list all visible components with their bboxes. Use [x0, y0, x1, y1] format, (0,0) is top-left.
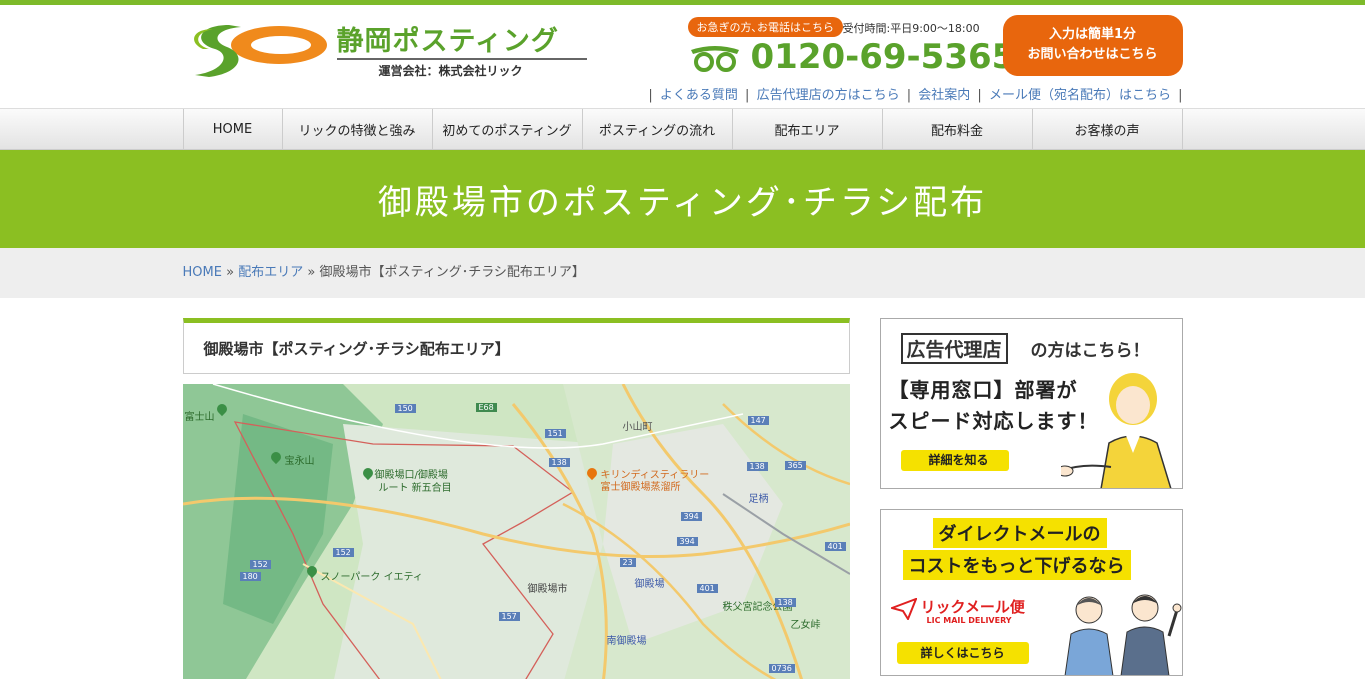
- route-shield: 180: [239, 572, 261, 581]
- breadcrumb-area[interactable]: 配布エリア: [238, 265, 303, 280]
- map-label-kirin-2: 富士御殿場蒸溜所: [600, 482, 681, 493]
- section-title: 御殿場市【ポスティング･チラシ配布エリア】: [203, 339, 510, 358]
- business-people-icon: [1064, 594, 1181, 675]
- route-shield: 138: [548, 458, 570, 467]
- mail-delivery-banner[interactable]: ダイレクトメールの コストをもっと下げるなら リックメール便 LIC MAIL …: [879, 509, 1183, 676]
- main-area: 御殿場市【ポスティング･チラシ配布エリア】 富士山 宝永山 御殿場口/御殿場 ル…: [182, 318, 1183, 679]
- agency-headline-rest: の方はこちら！: [1030, 341, 1150, 361]
- route-shield: 0736: [768, 664, 795, 673]
- map-label-gotemba-city: 御殿場市: [527, 584, 568, 595]
- route-shield: 138: [746, 462, 768, 471]
- logo-divider: [336, 58, 587, 60]
- site-logo[interactable]: 静岡ポスティング 運営会社：株式会社リック: [189, 19, 589, 79]
- page-title: 御殿場市のポスティング･チラシ配布: [377, 182, 988, 223]
- route-shield: 147: [747, 416, 769, 425]
- map-label-gotemba-station: 御殿場: [634, 579, 665, 590]
- route-shield: 150: [394, 404, 416, 413]
- businesswoman-icon: [1060, 373, 1171, 488]
- route-shield: E68: [475, 403, 497, 412]
- route-shield: 23: [619, 558, 636, 567]
- map-label-oyama: 小山町: [622, 422, 653, 433]
- route-shield: 152: [249, 560, 271, 569]
- tel-badge: お急ぎの方､お電話はこちら: [687, 17, 843, 37]
- header-sublinks: | よくある質問 | 広告代理店の方はこちら | 会社案内 | メール便（宛名配…: [648, 88, 1183, 103]
- sublink-mail-service[interactable]: メール便（宛名配布）はこちら: [989, 88, 1171, 103]
- agency-banner[interactable]: 広告代理店 の方はこちら！ 【専用窓口】部署が スピード対応します！ 詳細を知る: [879, 318, 1183, 489]
- mail-line2-box: コストをもっと下げるなら: [902, 550, 1131, 580]
- nav-testimonials[interactable]: お客様の声: [1033, 109, 1183, 149]
- sidebar: 広告代理店 の方はこちら！ 【専用窓口】部署が スピード対応します！ 詳細を知る…: [879, 318, 1183, 676]
- route-shield: 138: [774, 598, 796, 607]
- route-shield: 157: [498, 612, 520, 621]
- map-label-minami-gotemba: 南御殿場: [606, 636, 647, 647]
- nav-delivery-area[interactable]: 配布エリア: [733, 109, 883, 149]
- agency-line1: 【専用窓口】部署が: [888, 378, 1078, 402]
- tel-hours: 受付時間:平日9:00〜18:00: [842, 22, 980, 35]
- map-label-ashigara: 足柄: [748, 494, 769, 505]
- logo-title: 静岡ポスティング: [336, 26, 559, 57]
- map-canvas: [182, 384, 850, 679]
- contact-button-line2: お問い合わせはこちら: [1027, 47, 1158, 62]
- section-title-box: 御殿場市【ポスティング･チラシ配布エリア】: [182, 318, 850, 374]
- nav-first-posting[interactable]: 初めてのポスティング: [433, 109, 583, 149]
- mail-brand-en: LIC MAIL DELIVERY: [926, 616, 1012, 625]
- content-column: 御殿場市【ポスティング･チラシ配布エリア】 富士山 宝永山 御殿場口/御殿場 ル…: [182, 318, 850, 679]
- sublink-agency[interactable]: 広告代理店の方はこちら: [757, 88, 900, 103]
- mail-line1-box: ダイレクトメールの: [932, 518, 1107, 548]
- map-label-hoeizan: 宝永山: [284, 456, 315, 467]
- route-shield: 401: [696, 584, 718, 593]
- breadcrumb-current: 御殿場市【ポスティング･チラシ配布エリア】: [319, 265, 585, 280]
- map-label-fujisan: 富士山: [184, 412, 215, 423]
- contact-button[interactable]: 入力は簡単1分 お問い合わせはこちら: [1002, 15, 1183, 76]
- logo-mark-icon: [193, 25, 327, 77]
- nav-pricing[interactable]: 配布料金: [883, 109, 1033, 149]
- route-shield: 394: [676, 537, 698, 546]
- breadcrumb-home[interactable]: HOME: [183, 265, 222, 280]
- agency-headline-box: 広告代理店: [900, 333, 1008, 364]
- route-shield: 151: [544, 429, 566, 438]
- nav-home[interactable]: HOME: [184, 109, 283, 149]
- breadcrumb-separator: »: [226, 265, 235, 280]
- route-shield: 394: [680, 512, 702, 521]
- mail-line2: コストをもっと下げるなら: [908, 556, 1125, 577]
- route-shield: 152: [332, 548, 354, 557]
- area-map[interactable]: 富士山 宝永山 御殿場口/御殿場 ルート 新五合目 キリンディスティラリー 富士…: [182, 384, 850, 679]
- nav-posting-flow[interactable]: ポスティングの流れ: [583, 109, 733, 149]
- global-nav: HOME リックの特徴と強み 初めてのポスティング ポスティングの流れ 配布エリ…: [0, 108, 1365, 150]
- mail-detail-button[interactable]: 詳しくはこちら: [896, 642, 1029, 664]
- page-banner: 御殿場市のポスティング･チラシ配布: [0, 150, 1365, 248]
- breadcrumb: HOME » 配布エリア » 御殿場市【ポスティング･チラシ配布エリア】: [183, 248, 1183, 298]
- site-header: 静岡ポスティング 運営会社：株式会社リック お急ぎの方､お電話はこちら 受付時間…: [183, 5, 1183, 108]
- breadcrumb-bar: HOME » 配布エリア » 御殿場市【ポスティング･チラシ配布エリア】: [0, 248, 1365, 298]
- route-shield: 401: [824, 542, 846, 551]
- contact-button-line1: 入力は簡単1分: [1048, 27, 1137, 42]
- agency-detail-button[interactable]: 詳細を知る: [900, 450, 1009, 471]
- breadcrumb-separator: »: [307, 265, 316, 280]
- tel-number[interactable]: 0120-69-5365: [751, 37, 1016, 77]
- nav-features[interactable]: リックの特徴と強み: [283, 109, 433, 149]
- map-label-gotemba-trail-2: ルート 新五合目: [378, 483, 452, 494]
- map-label-otome: 乙女峠: [790, 620, 821, 631]
- logo-subtitle: 運営会社：株式会社リック: [378, 64, 523, 78]
- mail-line1: ダイレクトメールの: [938, 524, 1101, 545]
- mail-brand: リックメール便: [920, 598, 1025, 616]
- map-label-snowpark: スノーパーク イエティ: [320, 572, 423, 583]
- free-dial-icon: [690, 46, 739, 72]
- sublink-company[interactable]: 会社案内: [918, 88, 970, 103]
- sublink-faq[interactable]: よくある質問: [660, 88, 738, 103]
- route-shield: 365: [784, 461, 806, 470]
- paper-plane-icon: [890, 598, 917, 620]
